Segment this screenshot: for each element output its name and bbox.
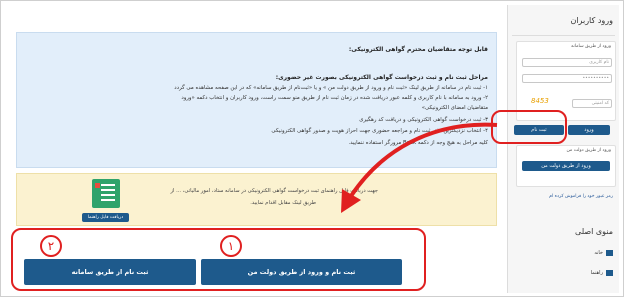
notice-heading: قابل توجه متقاضیان محترم گواهی الکترونیک… — [348, 46, 488, 53]
menu-item-label: راهنما — [590, 270, 603, 276]
annotation-highlight-box — [11, 228, 426, 291]
login-group: ورود از طریق سامانه نام کاربری •••••••••… — [516, 41, 616, 121]
help-icon — [606, 270, 613, 276]
menu-item-label: خانه — [594, 250, 603, 256]
sidebar-title: ورود کاربران — [570, 16, 613, 25]
captcha-input[interactable]: کد امنیتی — [572, 99, 612, 108]
menu-item-home[interactable]: خانه — [594, 250, 613, 256]
login-group-title: ورود از طریق سامانه — [571, 44, 611, 49]
username-input[interactable]: نام کاربری — [522, 58, 612, 67]
notice-line: ۲- ورود به سامانه با نام کاربری و کلمه ع… — [181, 95, 488, 101]
notice-box: قابل توجه متقاضیان محترم گواهی الکترونیک… — [16, 32, 497, 168]
notice-line: ۱- ثبت نام در سامانه از طریق لینک «ثبت ن… — [174, 85, 488, 91]
notice-line: ۳- ثبت درخواست گواهی الکترونیکی و دریافت… — [359, 117, 488, 123]
captcha-image: 8453 — [531, 97, 549, 105]
divider — [512, 35, 615, 36]
notice-line: کلیه مراحل به هیچ وجه از دکمه Back مرورگ… — [348, 140, 488, 146]
dolat-login-button[interactable]: ورود از طریق دولت من — [522, 161, 610, 171]
dolat-group: ورود از طریق دولت من ورود از طریق دولت م… — [516, 145, 616, 187]
document-icon — [92, 179, 120, 208]
notice-line: متقاضیان امضای الکترونیکی» — [421, 105, 488, 111]
menu-item-help[interactable]: راهنما — [591, 270, 613, 276]
sidebar: ورود کاربران ورود از طریق سامانه نام کار… — [507, 5, 619, 293]
password-input[interactable]: •••••••••• — [522, 74, 612, 83]
login-button[interactable]: ورود — [568, 125, 610, 135]
notice-line: ۴- انتخاب نزدیکترین دفتر ثبت نام و مراجع… — [271, 128, 488, 134]
guide-text: جهت دریافت فایل راهنمای ثبت درخواست گواه… — [170, 188, 379, 194]
dolat-group-title: ورود از طریق دولت من — [566, 148, 611, 153]
notice-subheading: مراحل ثبت نام و ثبت درخواست گواهی الکترو… — [275, 74, 488, 81]
annotation-number-1: ۱ — [220, 235, 242, 257]
menu-title: منوی اصلی — [575, 227, 613, 236]
guide-text: طریق لینک مقابل اقدام نمایید. — [250, 200, 316, 206]
annotation-number-2: ۲ — [40, 235, 62, 257]
download-guide-button[interactable]: دریافت فایل راهنما — [82, 213, 129, 222]
annotation-highlight-box — [491, 110, 567, 144]
home-icon — [606, 250, 613, 256]
page: ورود کاربران ورود از طریق سامانه نام کار… — [0, 0, 624, 297]
forgot-password-link[interactable]: رمز عبور خود را فراموش کرده ام — [549, 194, 613, 199]
